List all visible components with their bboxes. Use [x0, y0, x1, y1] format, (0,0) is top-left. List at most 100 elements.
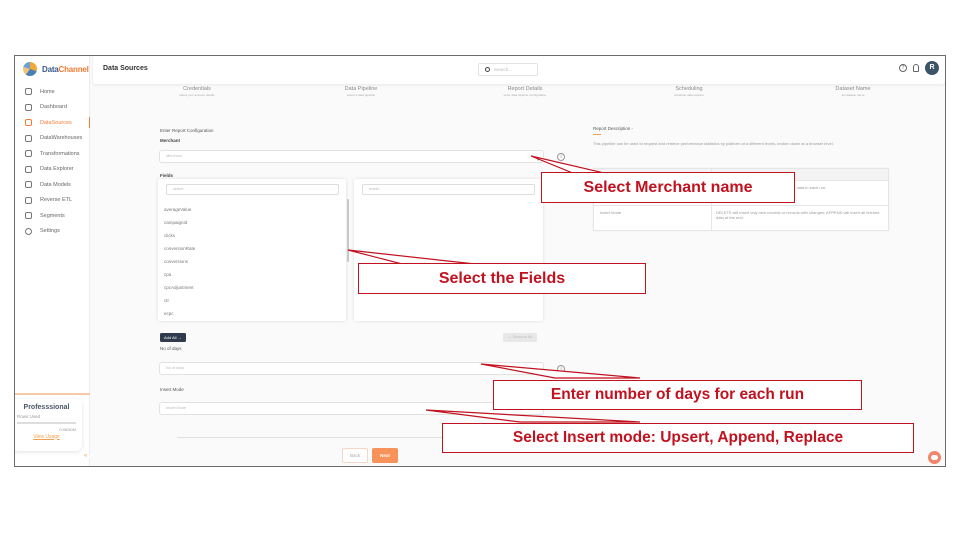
page-title: Data Sources	[103, 65, 148, 72]
insert-mode-select[interactable]: Insert Mode	[159, 402, 544, 415]
sidebar-item-label: Reverse ETL	[40, 197, 73, 204]
step-subtitle: select your account details	[179, 93, 215, 97]
help-icon[interactable]: ?	[899, 64, 907, 72]
available-fields-search[interactable]: search	[166, 184, 339, 195]
sidebar-item-label: Segments	[40, 212, 65, 219]
sidebar-item-segments[interactable]: Segments	[15, 208, 90, 224]
sidebar-item-reverse-etl[interactable]: Reverse ETL	[15, 193, 90, 209]
collapse-sidebar-button[interactable]: «	[81, 452, 90, 461]
available-fields-list: search averageValue campaignId clicks co…	[158, 179, 349, 321]
sidebar-item-datasources[interactable]: DataSources	[15, 115, 90, 131]
field-item[interactable]: cpa	[164, 272, 171, 277]
next-button[interactable]: Next	[372, 448, 398, 463]
step-subtitle: select a data pipeline	[346, 93, 376, 97]
sidebar-item-label: Dashboard	[40, 104, 67, 111]
field-item[interactable]: cpcAdjustment	[164, 285, 194, 290]
description-title: Report Description -	[593, 126, 634, 131]
step-subtitle: set dataset name	[841, 93, 865, 97]
merchant-callout: Select Merchant name	[541, 172, 795, 203]
selected-fields-search[interactable]: search	[362, 184, 535, 195]
search-placeholder: Search...	[494, 67, 513, 72]
fields-callout: Select the Fields	[358, 263, 646, 294]
dashboard-icon	[25, 103, 32, 111]
logo-icon	[23, 62, 37, 76]
topbar: Data Sources Search... ? R	[93, 56, 945, 84]
datasources-icon	[25, 119, 32, 127]
sidebar-item-label: DataSources	[40, 119, 72, 126]
sidebar-item-dashboard[interactable]: Dashboard	[15, 100, 90, 116]
sidebar-nav: Home Dashboard DataSources DataWarehouse…	[15, 84, 90, 239]
segments-icon	[25, 212, 32, 220]
home-icon	[25, 88, 32, 96]
step-credentials[interactable]: Credentials select your account details	[115, 86, 279, 97]
bell-icon[interactable]	[913, 64, 919, 72]
merchant-label: Merchant	[160, 138, 181, 143]
step-subtitle: enter data pipeline configuration	[503, 93, 547, 97]
logo[interactable]: DataChannel	[23, 62, 89, 76]
description-text: This pipeline can be used to request and…	[593, 141, 834, 147]
usage-bar	[17, 422, 76, 424]
field-item[interactable]: campaignId	[164, 220, 187, 225]
explorer-icon	[25, 165, 32, 173]
back-button[interactable]: Back	[342, 448, 368, 463]
avatar[interactable]: R	[925, 61, 939, 75]
step-title: Data Pipeline	[344, 86, 378, 92]
plan-title: Professsional	[23, 404, 70, 411]
selected-fields-list: search	[354, 179, 543, 321]
sidebar-item-label: Home	[40, 88, 55, 95]
field-item[interactable]: conversionRate	[164, 246, 195, 251]
rows-used-label: Rows Used	[17, 414, 41, 419]
sidebar-item-label: DataWarehouses	[40, 135, 83, 142]
database-icon	[25, 134, 32, 142]
sidebar-item-transformations[interactable]: Transformations	[15, 146, 90, 162]
step-dataset-name[interactable]: Dataset Name set dataset name	[771, 86, 935, 97]
step-report-details[interactable]: Report Details enter data pipeline config…	[443, 86, 607, 97]
insert-mode-callout: Select Insert mode: Upsert, Append, Repl…	[442, 423, 914, 453]
model-icon	[25, 181, 32, 189]
sidebar-item-label: Data Explorer	[40, 166, 74, 173]
add-all-button[interactable]: Add All →	[160, 333, 186, 342]
sidebar-item-label: Transformations	[40, 150, 80, 157]
merchant-select[interactable]: Merchant ▾	[159, 150, 544, 163]
field-item[interactable]: clicks	[164, 233, 175, 238]
usage-value: 0.96/50M	[59, 426, 76, 432]
header-actions: ? R	[899, 61, 939, 75]
fields-label: Fields	[160, 173, 174, 178]
plan-card: Professsional Rows Used 0.96/50M View Us…	[15, 399, 82, 451]
step-data-pipeline[interactable]: Data Pipeline select a data pipeline	[279, 86, 443, 97]
view-usage-link[interactable]: View Usage	[17, 434, 76, 440]
field-item[interactable]: conversions	[164, 259, 188, 264]
days-label: No of days	[160, 346, 182, 351]
table-row: Insert Mode DELETE will insert only new r…	[594, 205, 888, 230]
field-item[interactable]: ecpc	[164, 311, 174, 316]
days-input[interactable]: No of days	[159, 362, 544, 375]
step-scheduling[interactable]: Scheduling schedule data pipeline	[607, 86, 771, 97]
chat-widget-button[interactable]	[928, 451, 941, 464]
wizard-steps: Credentials select your account details D…	[115, 86, 935, 97]
field-item[interactable]: ctr	[164, 298, 169, 303]
reverse-etl-icon	[25, 196, 32, 204]
sidebar-item-data-explorer[interactable]: Data Explorer	[15, 162, 90, 178]
merchant-info-icon[interactable]: i	[557, 153, 565, 161]
fields-scrollbar[interactable]	[347, 199, 349, 262]
table-cell: DELETE will insert only new records or r…	[716, 210, 880, 220]
description-accent	[593, 134, 601, 136]
chevron-down-icon: ▾	[536, 157, 539, 162]
sidebar-item-home[interactable]: Home	[15, 84, 90, 100]
sidebar-divider	[15, 393, 90, 395]
transform-icon	[25, 150, 32, 158]
insert-mode-label: Insert Mode	[160, 387, 184, 392]
sidebar-item-settings[interactable]: Settings	[15, 224, 90, 240]
days-info-icon[interactable]: i	[557, 365, 565, 373]
table-cell: Insert Mode	[594, 206, 712, 230]
sidebar-item-datawarehouses[interactable]: DataWarehouses	[15, 131, 90, 147]
sidebar-item-data-models[interactable]: Data Models	[15, 177, 90, 193]
step-title: Scheduling	[675, 86, 703, 92]
remove-all-button[interactable]: ← Remove All	[503, 333, 538, 342]
sidebar-item-label: Data Models	[40, 181, 71, 188]
sidebar-item-label: Settings	[40, 228, 60, 235]
step-title: Dataset Name	[835, 86, 871, 92]
gear-icon	[25, 227, 32, 235]
search-input[interactable]: Search...	[478, 63, 538, 76]
field-item[interactable]: averageValue	[164, 207, 191, 212]
